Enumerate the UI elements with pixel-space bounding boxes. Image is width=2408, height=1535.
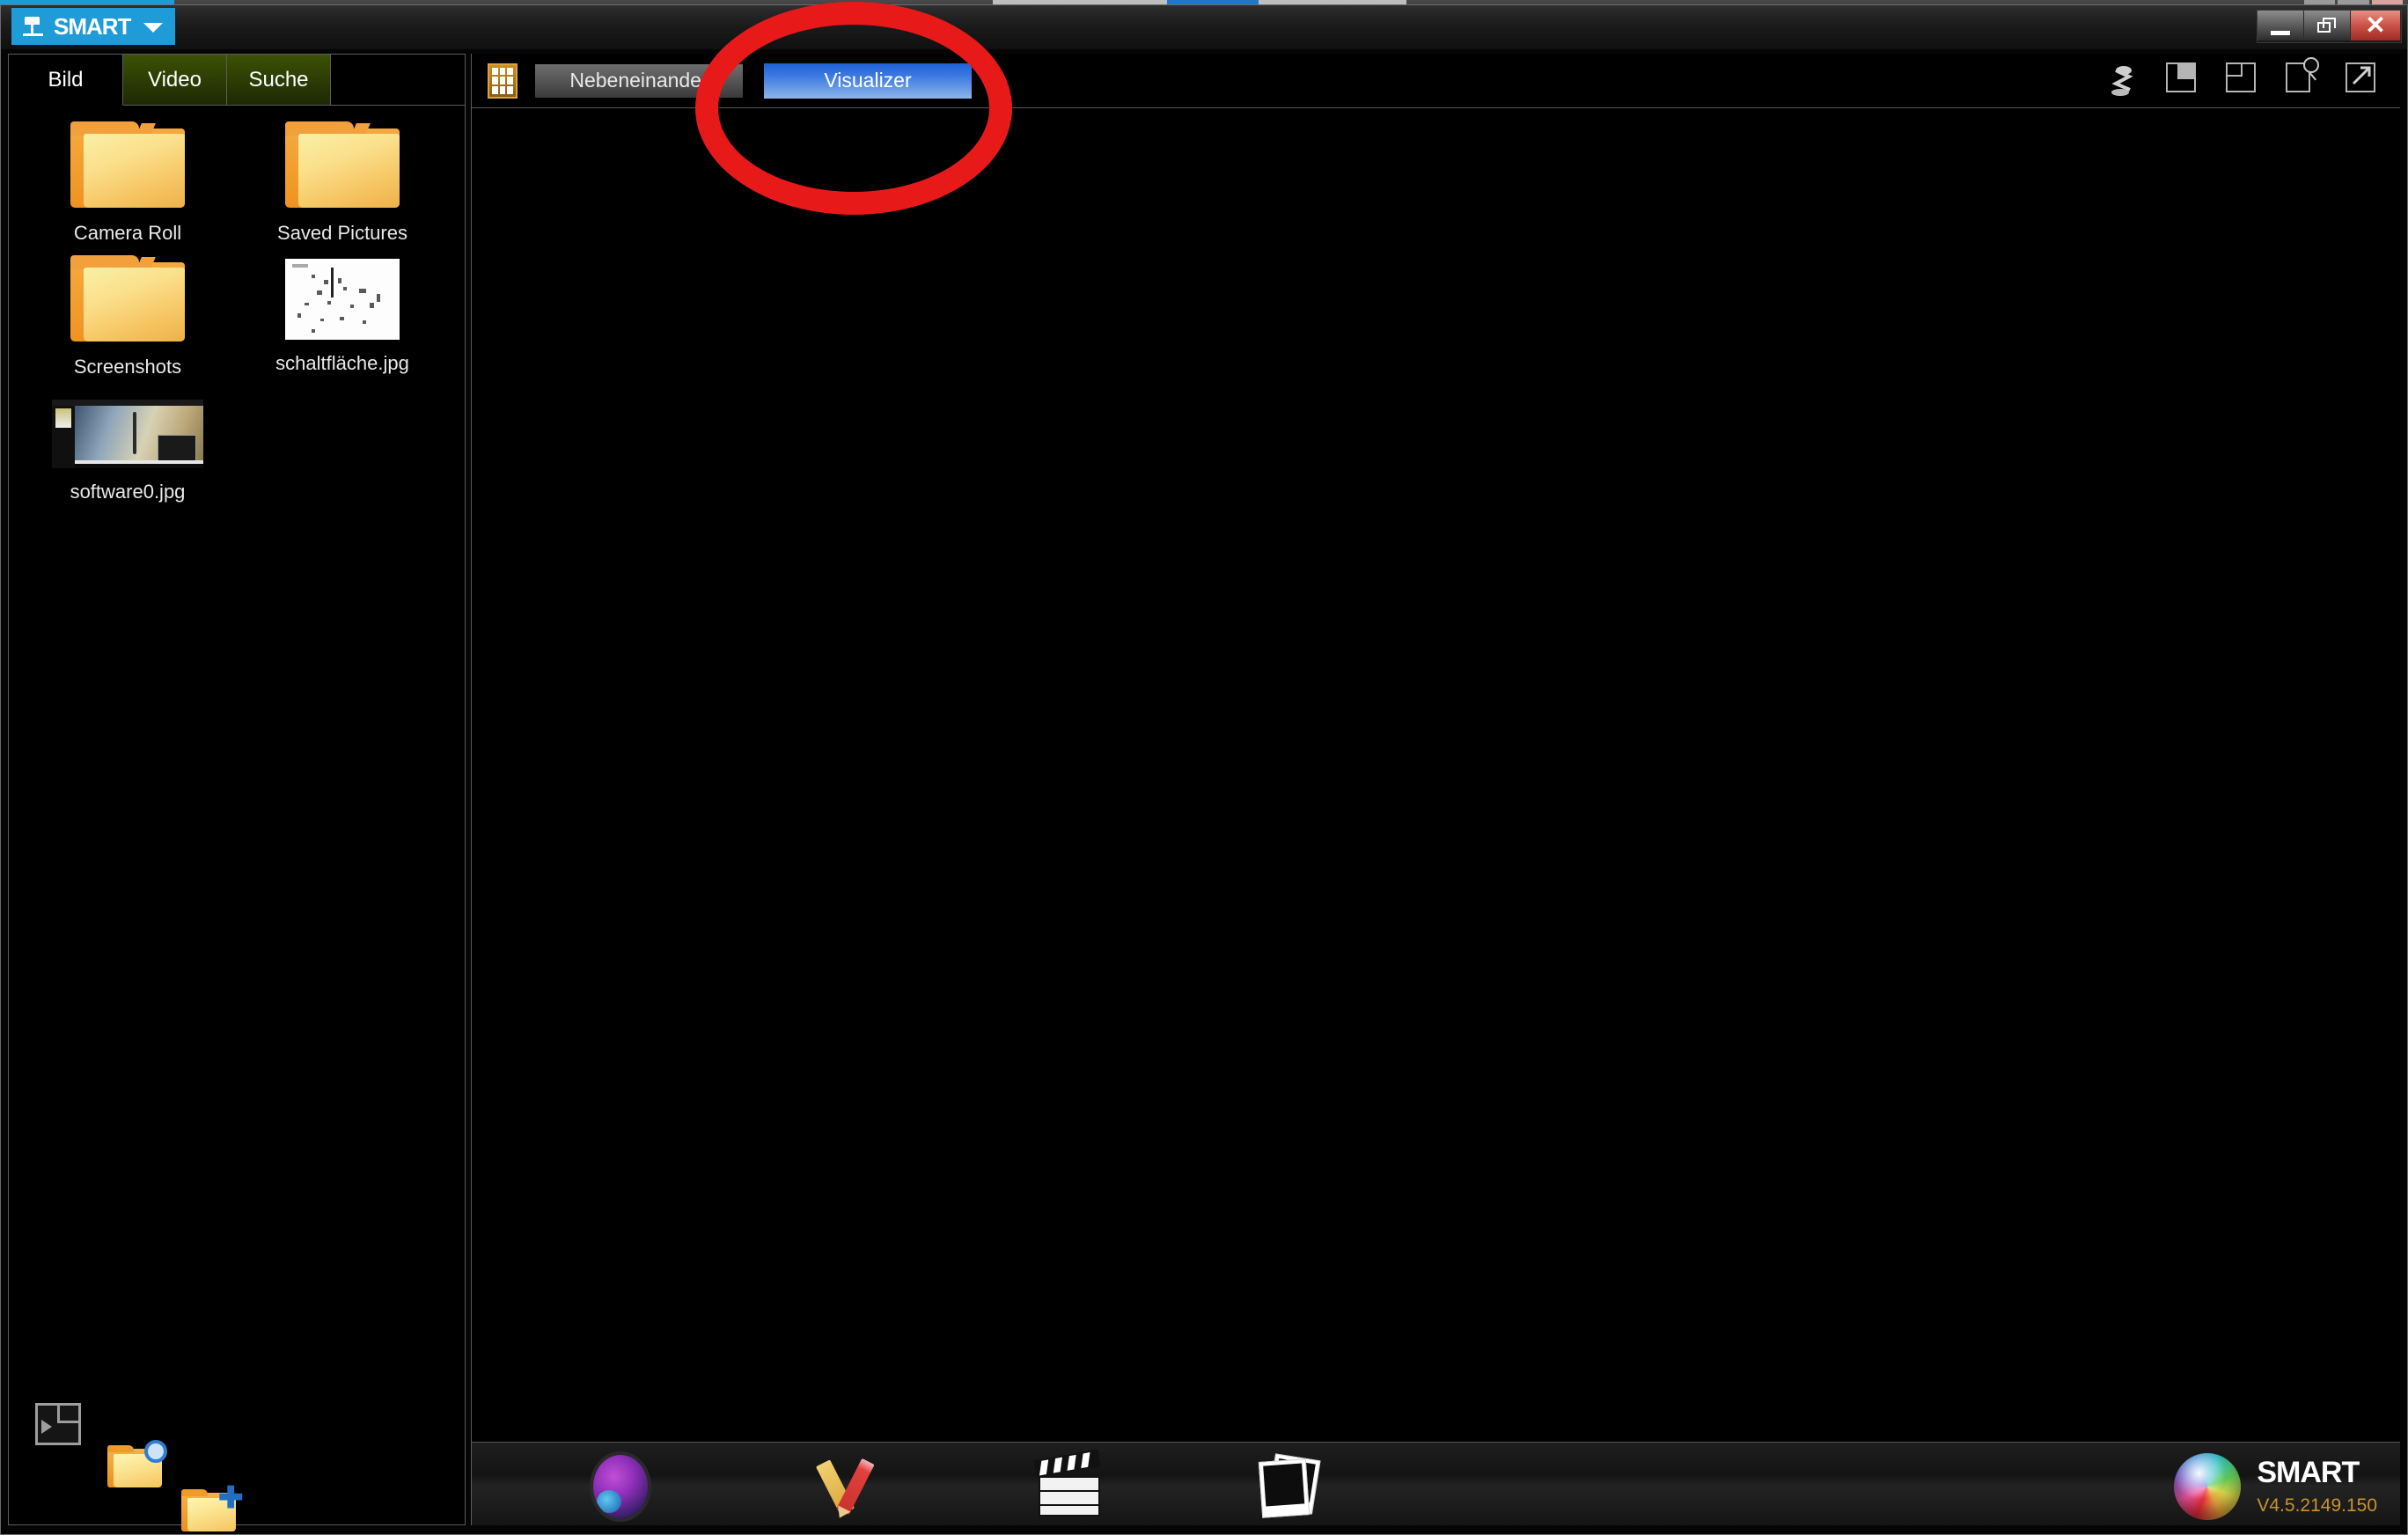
tab-video[interactable]: Video — [123, 55, 227, 106]
tab-strip-filler — [331, 55, 465, 106]
gallery-icon[interactable] — [593, 1455, 648, 1518]
close-icon: ✕ — [2365, 11, 2386, 39]
title-bar: SMART ✕ — [1, 5, 2407, 49]
tab-suche[interactable]: Suche — [227, 55, 331, 106]
main-panel: Nebeneinander Visualizer SMART V4.5.2149… — [471, 54, 2400, 1525]
tools-icon[interactable] — [815, 1455, 885, 1518]
brand-block: SMART V4.5.2149.150 — [2174, 1453, 2377, 1520]
file-label: schaltfläche.jpg — [275, 352, 409, 374]
plus-icon: ✚ — [218, 1481, 244, 1515]
main-footer-toolbar: SMART V4.5.2149.150 — [472, 1442, 2400, 1525]
page-zoom-icon[interactable] — [2286, 57, 2319, 98]
minimize-button[interactable] — [2258, 11, 2304, 40]
chevron-down-icon[interactable] — [143, 23, 163, 33]
folder-icon — [285, 121, 400, 209]
smart-menu-button[interactable]: SMART — [11, 8, 175, 45]
magnifier-icon — [144, 1440, 167, 1463]
photos-icon[interactable] — [1255, 1453, 1322, 1518]
file-label: Camera Roll — [73, 222, 182, 244]
smart-menu-label: SMART — [54, 12, 131, 40]
folder-add-icon[interactable]: ✚ — [181, 1483, 244, 1533]
restore-icon — [2317, 18, 2337, 33]
layout-split-icon[interactable] — [2226, 62, 2259, 98]
nebeneinander-label: Nebeneinander — [569, 69, 708, 92]
smart-notebook-window: SMART ✕ Bild Video Suche Camera Roll Sav… — [0, 4, 2408, 1535]
tab-video-label: Video — [148, 67, 202, 92]
panel-layout-icon[interactable] — [35, 1403, 81, 1445]
image-thumbnail — [52, 400, 203, 468]
file-software0-jpg[interactable]: software0.jpg — [32, 389, 224, 503]
tab-bild[interactable]: Bild — [9, 55, 123, 106]
file-row: Screenshots schaltfläche.jpg — [9, 255, 465, 389]
folder-icon — [70, 121, 185, 209]
file-schaltflaeche-jpg[interactable]: schaltfläche.jpg — [246, 255, 438, 378]
sidebar-footer: ✚ — [9, 1403, 465, 1531]
smart-logo-icon — [22, 15, 48, 38]
layout-corner-icon[interactable] — [2166, 62, 2199, 98]
visualizer-label: Visualizer — [824, 69, 912, 92]
restore-button[interactable] — [2304, 11, 2351, 40]
sidebar-tabs: Bild Video Suche — [9, 55, 465, 106]
sidebar: Bild Video Suche Camera Roll Saved Pictu… — [8, 54, 466, 1531]
minimize-icon — [2271, 30, 2290, 35]
file-label: software0.jpg — [70, 481, 186, 503]
brand-name: SMART — [2257, 1456, 2360, 1489]
nebeneinander-button[interactable]: Nebeneinander — [535, 63, 743, 98]
main-toolbar: Nebeneinander Visualizer — [472, 54, 2400, 108]
file-label: Saved Pictures — [277, 222, 407, 244]
file-row: software0.jpg — [9, 389, 465, 514]
folder-icon — [70, 255, 185, 343]
image-thumbnail — [285, 259, 400, 340]
smart-sphere-logo-icon — [2174, 1453, 2242, 1520]
toolbar-right-icons — [2106, 57, 2379, 98]
tab-bild-label: Bild — [48, 67, 84, 92]
visualizer-button[interactable]: Visualizer — [764, 62, 972, 99]
document-camera-icon[interactable] — [2106, 62, 2140, 98]
video-icon[interactable] — [1033, 1449, 1104, 1518]
file-row: Camera Roll Saved Pictures — [9, 121, 465, 255]
file-grid: Camera Roll Saved Pictures Screenshots s… — [9, 106, 465, 514]
version-label: V4.5.2149.150 — [2257, 1495, 2377, 1516]
folder-browse-icon[interactable] — [107, 1440, 167, 1489]
tab-suche-label: Suche — [248, 67, 309, 92]
close-button[interactable]: ✕ — [2351, 11, 2401, 40]
folder-screenshots[interactable]: Screenshots — [32, 255, 224, 378]
visualizer-canvas[interactable] — [472, 108, 2400, 1442]
file-label: Screenshots — [73, 356, 182, 378]
folder-saved-pictures[interactable]: Saved Pictures — [246, 121, 438, 245]
window-controls: ✕ — [2257, 10, 2402, 43]
folder-camera-roll[interactable]: Camera Roll — [32, 121, 224, 245]
grid-view-icon[interactable] — [488, 62, 518, 99]
open-external-icon[interactable] — [2346, 62, 2379, 98]
